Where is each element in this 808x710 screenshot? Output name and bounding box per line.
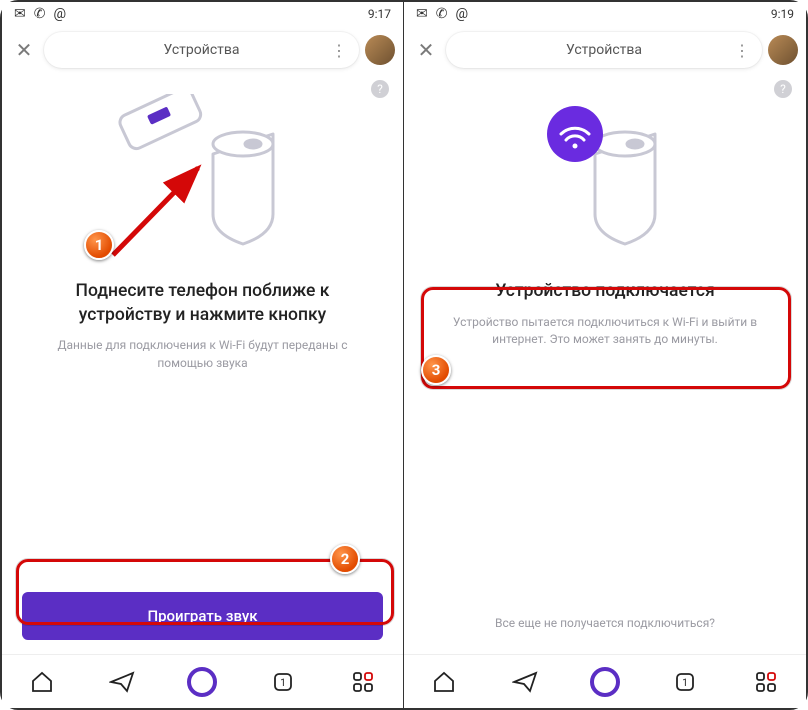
at-icon: @ [455,6,468,22]
annotation-badge-3: 3 [421,355,451,385]
help-icon[interactable]: ? [371,80,389,98]
status-time: 9:19 [771,7,794,21]
step-subtext: Данные для подключения к Wi-Fi будут пер… [20,337,385,372]
nav-alice[interactable] [182,662,222,702]
mail-icon: ✉ [416,6,428,22]
avatar[interactable] [365,35,395,65]
content-area: ? Устройство подключается [404,74,806,654]
app-header: ✕ Устройства ⋮ [2,26,403,74]
status-bar: ✉ ✆ @ 9:19 [404,2,806,26]
nav-send[interactable] [102,662,142,702]
close-button[interactable]: ✕ [412,38,440,62]
bottom-nav: 1 [2,654,403,708]
at-icon: @ [53,6,66,22]
step-heading: Поднесите телефон поближе к устройству и… [20,280,385,327]
phone-screen-left: ✉ ✆ @ 9:17 ✕ Устройства ⋮ ? [2,2,404,708]
whatsapp-icon: ✆ [34,6,46,22]
nav-tabs[interactable]: 1 [263,662,303,702]
kebab-icon[interactable]: ⋮ [331,41,347,60]
avatar[interactable] [768,35,798,65]
step-subtext: Устройство пытается подключиться к Wi-Fi… [422,314,788,349]
annotation-badge-2: 2 [330,544,360,574]
dual-phone-stage: ✉ ✆ @ 9:17 ✕ Устройства ⋮ ? [2,2,806,708]
nav-alice[interactable] [585,662,625,702]
annotation-badge-1: 1 [84,230,114,260]
illustration-speaker-wifi [422,84,788,274]
play-sound-button[interactable]: Проиграть звук [22,592,383,640]
illustration-phone-to-speaker [20,84,385,274]
kebab-icon[interactable]: ⋮ [734,41,750,60]
status-icons-left: ✉ ✆ @ [416,6,468,22]
step-heading: Устройство подключается [422,280,788,304]
header-title-chip[interactable]: Устройства ⋮ [44,32,359,68]
alice-icon [590,667,620,697]
nav-send[interactable] [505,662,545,702]
troubleshoot-link[interactable]: Все еще не получается подключиться? [422,616,788,630]
mail-icon: ✉ [14,6,26,22]
app-header: ✕ Устройства ⋮ [404,26,806,74]
phone-screen-right: ✉ ✆ @ 9:19 ✕ Устройства ⋮ ? [404,2,806,708]
nav-apps[interactable] [343,662,383,702]
nav-home[interactable] [424,662,464,702]
nav-apps[interactable] [746,662,786,702]
alice-icon [187,667,217,697]
header-title: Устройства [566,42,642,58]
svg-text:1: 1 [683,678,689,689]
help-icon[interactable]: ? [774,80,792,98]
status-time: 9:17 [368,7,391,21]
header-title-chip[interactable]: Устройства ⋮ [446,32,762,68]
bottom-nav: 1 [404,654,806,708]
play-sound-label: Проиграть звук [147,607,257,625]
status-bar: ✉ ✆ @ 9:17 [2,2,403,26]
nav-home[interactable] [22,662,62,702]
status-icons-left: ✉ ✆ @ [14,6,66,22]
nav-tabs[interactable]: 1 [665,662,705,702]
header-title: Устройства [163,42,239,58]
svg-text:1: 1 [280,678,286,689]
whatsapp-icon: ✆ [436,6,448,22]
close-button[interactable]: ✕ [10,38,38,62]
